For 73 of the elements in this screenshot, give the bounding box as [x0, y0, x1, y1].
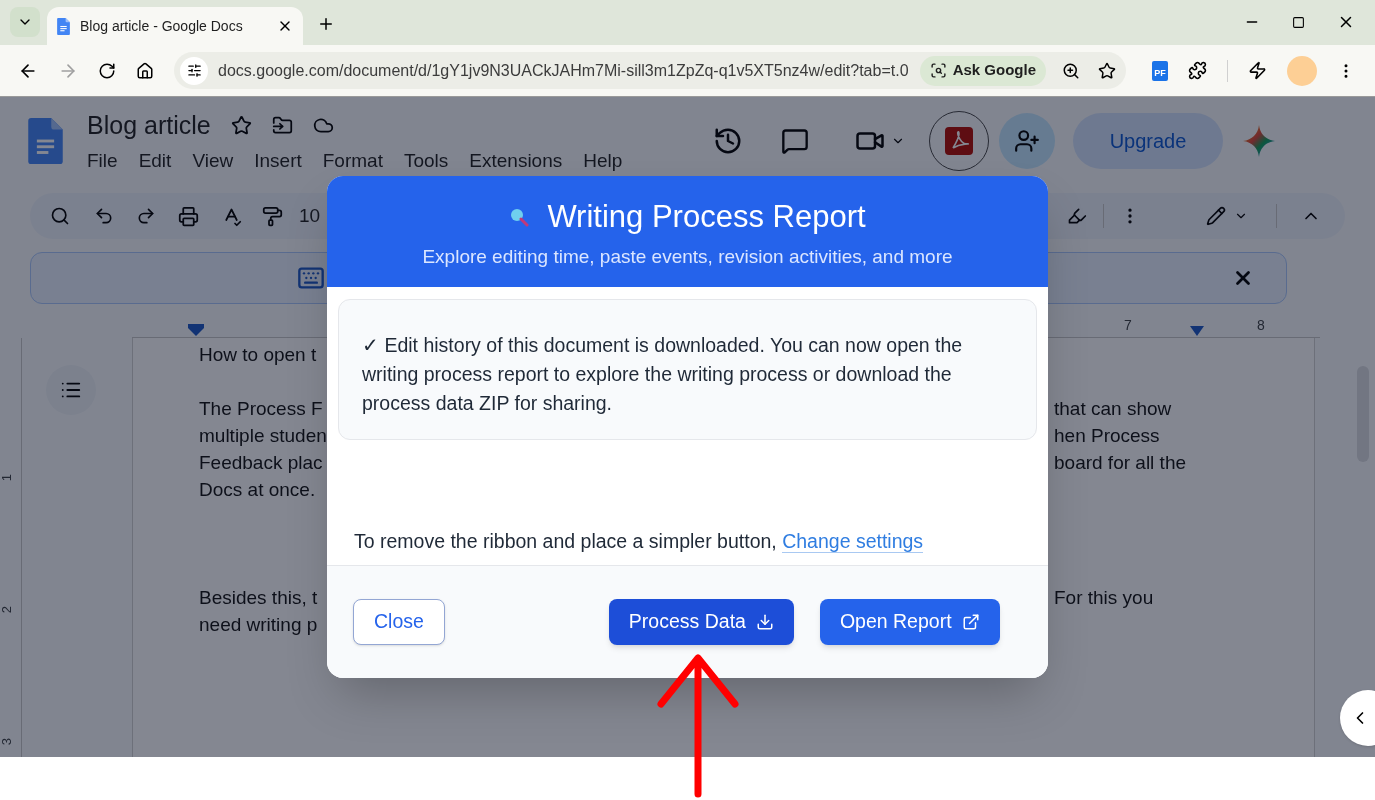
highlighter-icon[interactable] [1067, 206, 1087, 226]
document-text: How to open t [199, 344, 317, 365]
menu-item[interactable]: Format [322, 146, 383, 175]
maximize-icon[interactable] [1292, 15, 1305, 29]
site-settings-icon[interactable] [186, 63, 202, 78]
menu-item[interactable]: Extensions [469, 146, 563, 175]
document-text: board for all the [1054, 452, 1187, 473]
add-person-icon [1014, 128, 1040, 154]
extensions-icon[interactable] [1188, 61, 1207, 80]
upgrade-button[interactable]: Upgrade [1073, 113, 1223, 169]
dialog-button[interactable]: Open Report [819, 599, 1000, 645]
tab-title: Blog article - Google Docs [80, 16, 244, 36]
document-title[interactable]: Blog article [87, 107, 211, 145]
change-settings-link[interactable]: Change settings [782, 530, 924, 553]
docs-favicon-icon [57, 17, 70, 35]
bookmark-star-icon[interactable] [1098, 61, 1116, 80]
menu-item[interactable]: Help [583, 146, 623, 175]
document-text: The Process F [199, 398, 323, 419]
settings-note: To remove the ribbon and place a simpler button, Change settings [354, 529, 925, 555]
new-tab-icon[interactable] [317, 15, 335, 33]
sparkle-icon[interactable] [1243, 125, 1275, 157]
home-icon[interactable] [136, 61, 154, 80]
undo-icon[interactable] [94, 206, 114, 226]
document-text: hen Process [1054, 425, 1160, 446]
menu-item[interactable]: File [87, 146, 118, 175]
ruler-number: 3 [0, 738, 15, 746]
comment-icon[interactable] [781, 127, 809, 155]
document-text: need writing p [199, 614, 318, 635]
menu-item[interactable]: Insert [254, 146, 302, 175]
ruler-number: 1 [0, 474, 15, 482]
reload-icon[interactable] [98, 61, 116, 80]
history-icon[interactable] [713, 126, 743, 156]
extension-badge[interactable]: PF [1152, 60, 1168, 81]
pencil-icon[interactable] [1206, 206, 1226, 226]
browser-tab[interactable]: Blog article - Google Docs [47, 7, 303, 45]
pdf-icon [945, 127, 973, 155]
dialog-button[interactable]: Process Data [608, 599, 794, 645]
zoom-value[interactable]: 10 [299, 201, 321, 231]
share-button[interactable] [999, 113, 1055, 169]
search-icon[interactable] [50, 206, 70, 226]
address-field[interactable]: docs.google.com/document/d/1gY1jv9N3UACkJAHm7Mi-sill3m1ZpZq-q1v5XT5nz4w/edit?tab=t.0 Ask Google [174, 52, 1126, 89]
paint-format-icon[interactable] [262, 205, 283, 227]
menu-item[interactable]: Edit [138, 146, 172, 175]
menu-item[interactable]: View [192, 146, 234, 175]
dialog-subtitle: Explore editing time, paste events, revision activities, and more [422, 245, 953, 269]
document-text: Besides this, t [199, 587, 318, 608]
indent-marker-icon[interactable] [188, 324, 204, 336]
ask-google-button[interactable]: Ask Google [919, 55, 1046, 86]
message-text: ✓ Edit history of this document is downloaded. You can now open the writing process report to explore the writing process or download the process data ZIP for sharing. [362, 333, 964, 416]
redo-icon[interactable] [136, 206, 156, 226]
indent-marker-icon[interactable] [1190, 326, 1204, 336]
document-text: For this you [1054, 587, 1154, 608]
document-text: that can show [1054, 398, 1172, 419]
ruler-number: 8 [1257, 316, 1265, 335]
menu-item[interactable]: Tools [403, 146, 449, 175]
dialog-button[interactable]: Close [353, 599, 445, 645]
zoom-icon[interactable] [1062, 61, 1080, 80]
url-text: docs.google.com/document/d/1gY1jv9N3UACkJAHm7Mi-sill3m1ZpZq-q1v5XT5nz4w/edit?tab=t.0 [218, 60, 910, 81]
tab-list-button[interactable] [10, 7, 40, 37]
external-link-icon [961, 613, 980, 631]
document-text: Docs at once. [199, 479, 316, 500]
docs-logo-icon [28, 118, 63, 164]
print-icon[interactable] [178, 205, 199, 227]
lens-icon [929, 62, 947, 79]
magnifier-icon [509, 207, 530, 227]
ruler-number: 7 [1124, 316, 1132, 335]
bolt-icon[interactable] [1248, 61, 1267, 80]
ruler-number: 2 [0, 606, 15, 614]
document-text: Feedback plac [199, 452, 323, 473]
dialog-title: Writing Process Report [547, 198, 866, 236]
star-icon[interactable] [230, 115, 252, 137]
download-icon [755, 613, 774, 631]
document-text: multiple studen [199, 425, 327, 446]
